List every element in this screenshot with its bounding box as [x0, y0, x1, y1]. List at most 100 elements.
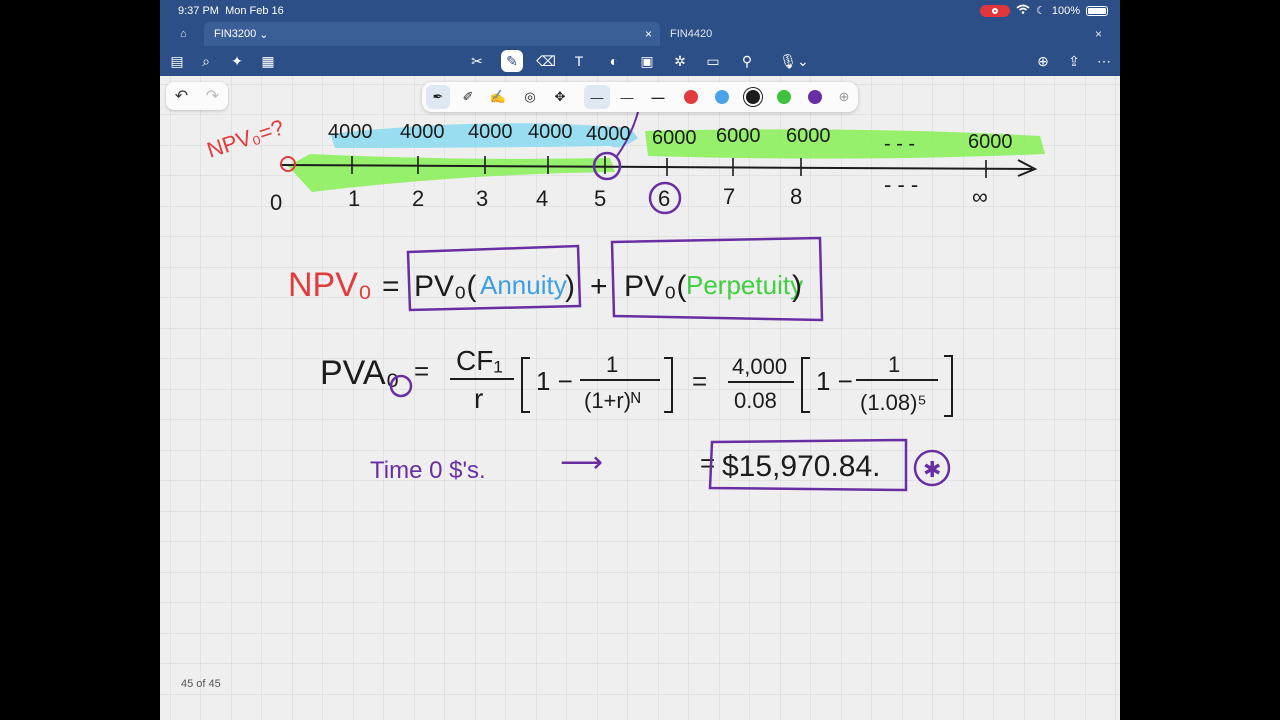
color-purple[interactable] — [808, 90, 822, 104]
notes-app-screen: 9:37 PM Mon Feb 16 ☾ 100% ⌂ FIN3200 ⌄ × … — [160, 0, 1120, 720]
cash-flow: 4000 — [328, 121, 373, 143]
sparkle-icon[interactable]: ✦ — [226, 50, 248, 72]
stroke-width-thin[interactable]: — — [584, 85, 610, 109]
star-icon: ✱ — [923, 457, 941, 482]
numerator-value: 4,000 — [732, 354, 787, 379]
brush-pen-icon[interactable]: ✍ — [486, 85, 510, 109]
timeline-label: ∞ — [972, 184, 988, 209]
cash-flow: 4000 — [468, 121, 513, 143]
tab-fin3200[interactable]: FIN3200 ⌄ × — [204, 22, 660, 46]
close-paren: ) — [565, 270, 575, 303]
npv-label: NPV₀ — [288, 266, 372, 304]
pen-settings-icon[interactable]: ◎ — [518, 85, 542, 109]
page-indicator: 45 of 45 — [181, 678, 221, 690]
new-page-icon[interactable]: ⊕ — [1032, 50, 1054, 72]
moon-icon: ☾ — [1035, 5, 1046, 17]
close-tab-icon[interactable]: × — [645, 27, 652, 41]
npv-result: $15,970.84. — [722, 450, 880, 483]
pva-label: PVA₀ — [320, 354, 400, 392]
plus-sign: + — [590, 270, 608, 303]
cash-flow: 6000 — [652, 127, 697, 149]
perpetuity-word: Perpetuity — [686, 270, 803, 300]
search-icon[interactable]: ⌕ — [195, 50, 217, 72]
one-minus: 1 − — [816, 366, 853, 396]
image-icon[interactable]: ▣ — [636, 50, 658, 72]
lasso-icon[interactable]: ✂ — [466, 50, 488, 72]
text-icon[interactable]: T — [568, 50, 590, 72]
main-toolbar: ▤ ⌕ ✦ ▦ ✂ ✎ ⌫ T ◐ ▣ ✲ ▭ ⚲ 🎙 ⌄ ⊕ ⇪ ⋯ — [160, 46, 1120, 76]
undo-redo-bar: ↶ ↷ — [166, 82, 228, 110]
timeline-label: 4 — [536, 186, 548, 211]
pv-label: PV₀( — [414, 270, 476, 303]
pen-favorites-icon[interactable]: ✥ — [548, 85, 572, 109]
document-icon[interactable]: ▦ — [257, 50, 279, 72]
fraction-denominator: (1+r)ᴺ — [584, 388, 641, 413]
fraction-numerator: 1 — [888, 352, 900, 377]
pen-icon[interactable]: ✎ — [501, 50, 523, 72]
cash-flow: - - - — [884, 133, 915, 155]
timeline-label: 6 — [658, 186, 670, 211]
timeline-label: 5 — [594, 186, 606, 211]
battery-icon — [1086, 5, 1108, 16]
timeline-label: 7 — [723, 184, 735, 209]
sidebar-icon[interactable]: ▤ — [166, 50, 188, 72]
equals-sign: = — [414, 356, 429, 386]
close-paren: ) — [792, 270, 802, 303]
close-tab-icon[interactable]: × — [1095, 27, 1102, 41]
color-green[interactable] — [777, 90, 791, 104]
home-icon[interactable]: ⌂ — [170, 22, 196, 46]
timeline-label: 2 — [412, 186, 424, 211]
add-color-icon[interactable]: ⊕ — [832, 85, 856, 109]
fountain-pen-icon[interactable]: ✒ — [426, 85, 450, 109]
timeline-label: 3 — [476, 186, 488, 211]
timeline-label: - - - — [884, 172, 918, 197]
undo-icon[interactable]: ↶ — [175, 86, 188, 106]
fraction-denominator: (1.08)⁵ — [860, 390, 927, 415]
cf1-numerator: CF₁ — [456, 345, 503, 376]
rate-value: 0.08 — [734, 388, 777, 413]
cash-flow: 4000 — [528, 121, 573, 143]
timeline-label: 1 — [348, 186, 360, 211]
tab-label: FIN3200 — [214, 28, 257, 40]
timeline-label: 8 — [790, 184, 802, 209]
ball-pen-icon[interactable]: ✐ — [456, 85, 480, 109]
note-canvas[interactable]: 0 1 2 3 4 5 6 7 8 - - - ∞ 4000 4000 4000… — [160, 76, 1120, 720]
stroke-width-thick[interactable]: — — [646, 85, 670, 109]
color-red[interactable] — [684, 90, 698, 104]
cash-flow: 4000 — [586, 123, 631, 145]
cash-flow: 6000 — [968, 131, 1013, 153]
equals-sign: = — [382, 270, 400, 303]
mic-icon[interactable]: 🎙 ⌄ — [776, 50, 812, 72]
battery-percent: 100% — [1051, 4, 1080, 17]
redo-icon[interactable]: ↷ — [206, 86, 219, 106]
pen-tool-palette: ✒ ✐ ✍ ◎ ✥ — — — ⊕ — [422, 82, 858, 112]
one-minus: 1 − — [536, 366, 573, 396]
eraser-icon[interactable]: ⌫ — [535, 50, 557, 72]
status-bar: 9:37 PM Mon Feb 16 ☾ 100% — [160, 0, 1120, 22]
cash-flow: 6000 — [786, 125, 831, 147]
shapes-icon[interactable]: ◐ — [603, 50, 625, 72]
equals-sign: = — [692, 366, 707, 396]
more-icon[interactable]: ⋯ — [1093, 50, 1115, 72]
tab-label: FIN4420 — [670, 28, 713, 40]
stroke-width-medium[interactable]: — — [615, 85, 639, 109]
timeline-label: 0 — [270, 190, 282, 215]
color-blue[interactable] — [715, 90, 729, 104]
arrow: ⟶ — [560, 446, 603, 479]
equals-sign: = — [700, 448, 715, 478]
tab-fin4420[interactable]: FIN4420 × — [660, 22, 1110, 46]
wifi-icon — [1016, 4, 1030, 17]
tab-bar: ⌂ FIN3200 ⌄ × FIN4420 × — [160, 22, 1120, 46]
annuity-word: Annuity — [480, 270, 567, 300]
color-black[interactable] — [746, 90, 760, 104]
note-icon[interactable]: ▭ — [702, 50, 724, 72]
screen-recording-indicator[interactable] — [979, 4, 1010, 17]
link-icon[interactable]: ⚲ — [736, 50, 758, 72]
cash-flow: 4000 — [400, 121, 445, 143]
cash-flow: 6000 — [716, 125, 761, 147]
clock: 9:37 PM Mon Feb 16 — [178, 5, 284, 17]
share-icon[interactable]: ⇪ — [1063, 50, 1085, 72]
fraction-numerator: 1 — [606, 352, 618, 377]
stickers-icon[interactable]: ✲ — [669, 50, 691, 72]
chevron-down-icon: ⌄ — [259, 28, 269, 41]
